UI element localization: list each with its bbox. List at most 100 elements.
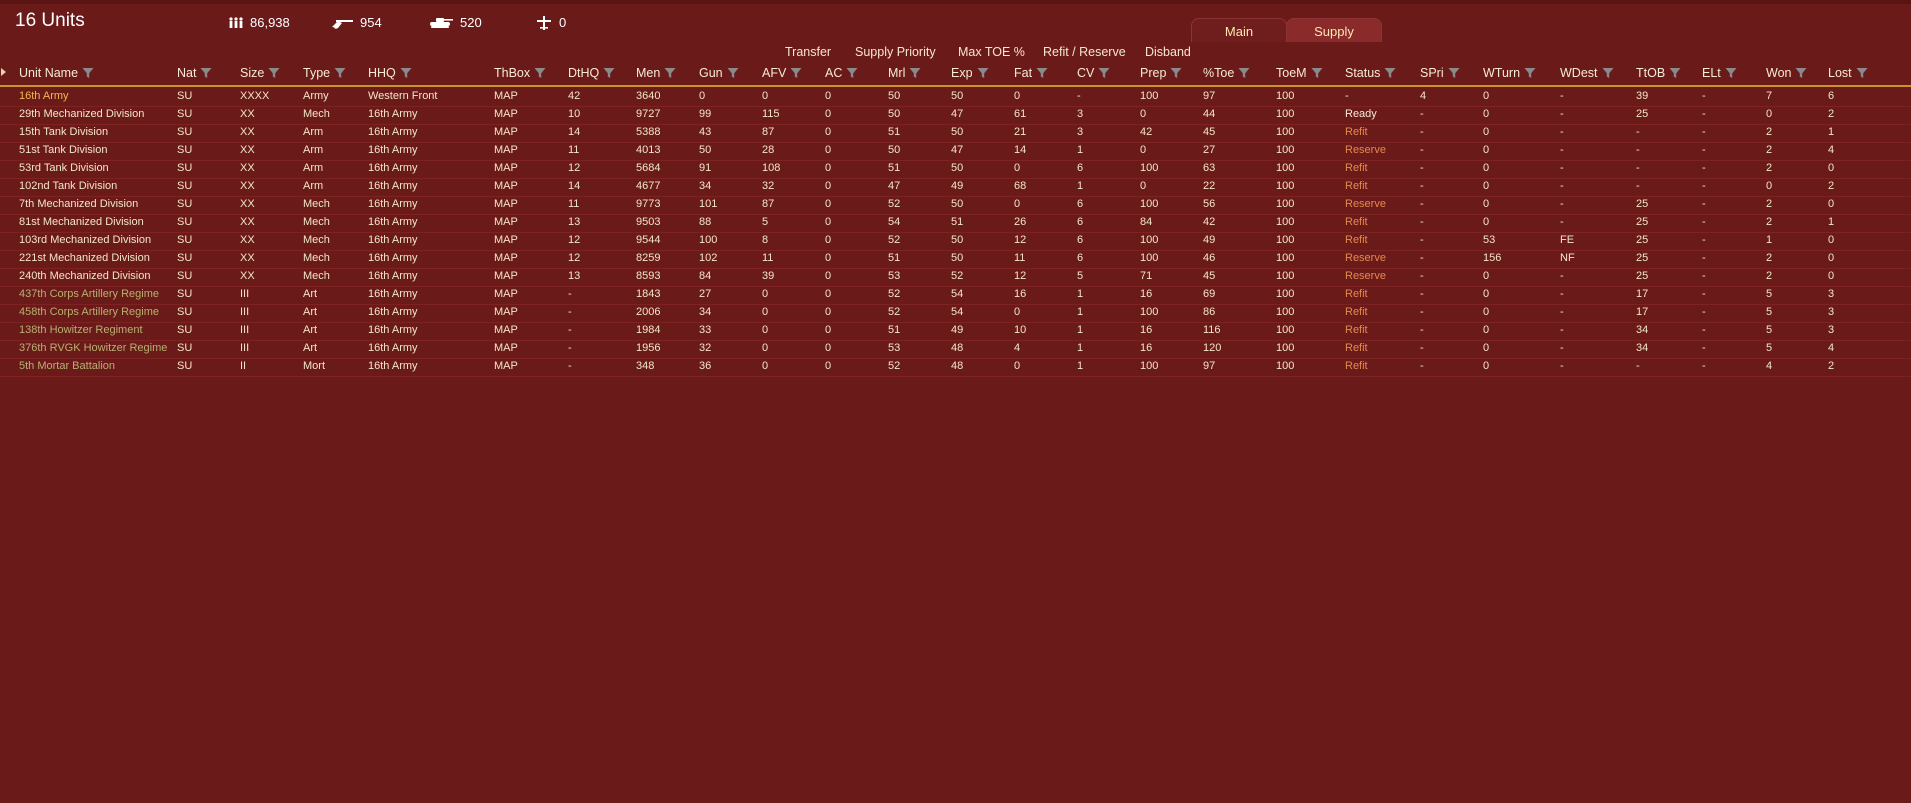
table-row[interactable]: 138th Howitzer Regiment SU III Art 16th Army…: [0, 322, 1911, 341]
filter-funnel-icon[interactable]: [727, 67, 739, 79]
table-row[interactable]: 29th Mechanized Division SU XX Mech 16th Arm…: [0, 106, 1911, 125]
filter-funnel-icon[interactable]: [1524, 67, 1536, 79]
table-row[interactable]: 376th RVGK Howitzer Regime SU III Art 16th A…: [0, 340, 1911, 359]
column-header-cv[interactable]: CV: [1077, 65, 1110, 81]
column-header-men[interactable]: Men: [636, 65, 676, 81]
cell-hhq[interactable]: 16th Army: [368, 162, 418, 174]
table-row[interactable]: 81st Mechanized Division SU XX Mech 16th Arm…: [0, 214, 1911, 233]
filter-funnel-icon[interactable]: [1036, 67, 1048, 79]
cell-hhq[interactable]: Western Front: [368, 90, 438, 102]
table-row[interactable]: 15th Tank Division SU XX Arm 16th Army MAP 14 5…: [0, 124, 1911, 143]
column-header-prep[interactable]: Prep: [1140, 65, 1182, 81]
filter-funnel-icon[interactable]: [1795, 67, 1807, 79]
filter-funnel-icon[interactable]: [1384, 67, 1396, 79]
table-row[interactable]: 103rd Mechanized Division SU XX Mech 16th Ar…: [0, 232, 1911, 251]
table-row[interactable]: 51st Tank Division SU XX Arm 16th Army MAP 11 4…: [0, 142, 1911, 161]
column-header-won[interactable]: Won: [1766, 65, 1807, 81]
filter-funnel-icon[interactable]: [534, 67, 546, 79]
filter-funnel-icon[interactable]: [846, 67, 858, 79]
disband-button[interactable]: Disband: [1145, 45, 1191, 59]
table-row[interactable]: 53rd Tank Division SU XX Arm 16th Army MAP 12 5…: [0, 160, 1911, 179]
cell-unit-name[interactable]: 53rd Tank Division: [19, 162, 109, 174]
column-header-toem[interactable]: ToeM: [1276, 65, 1323, 81]
cell-hhq[interactable]: 16th Army: [368, 234, 418, 246]
column-header-toe[interactable]: %Toe: [1203, 65, 1250, 81]
cell-hhq[interactable]: 16th Army: [368, 324, 418, 336]
cell-unit-name[interactable]: 5th Mortar Battalion: [19, 360, 115, 372]
filter-funnel-icon[interactable]: [400, 67, 412, 79]
column-header-ttob[interactable]: TtOB: [1636, 65, 1681, 81]
filter-funnel-icon[interactable]: [1602, 67, 1614, 79]
cell-hhq[interactable]: 16th Army: [368, 252, 418, 264]
filter-funnel-icon[interactable]: [1098, 67, 1110, 79]
cell-unit-name[interactable]: 458th Corps Artillery Regime: [19, 306, 159, 318]
cell-unit-name[interactable]: 376th RVGK Howitzer Regime: [19, 342, 167, 354]
cell-unit-name[interactable]: 138th Howitzer Regiment: [19, 324, 143, 336]
filter-funnel-icon[interactable]: [909, 67, 921, 79]
cell-hhq[interactable]: 16th Army: [368, 180, 418, 192]
cell-unit-name[interactable]: 29th Mechanized Division: [19, 108, 144, 120]
table-row[interactable]: 16th Army SU XXXX Army Western Front MAP 42 364…: [0, 88, 1911, 107]
column-header-elt[interactable]: ELt: [1702, 65, 1737, 81]
cell-unit-name[interactable]: 81st Mechanized Division: [19, 216, 144, 228]
column-header-dthq[interactable]: DtHQ: [568, 65, 615, 81]
tab-supply[interactable]: Supply: [1286, 18, 1382, 42]
cell-hhq[interactable]: 16th Army: [368, 108, 418, 120]
column-header-type[interactable]: Type: [303, 65, 346, 81]
cell-hhq[interactable]: 16th Army: [368, 360, 418, 372]
column-header-afv[interactable]: AFV: [762, 65, 802, 81]
filter-funnel-icon[interactable]: [1448, 67, 1460, 79]
filter-funnel-icon[interactable]: [1170, 67, 1182, 79]
table-row[interactable]: 437th Corps Artillery Regime SU III Art 16th…: [0, 286, 1911, 305]
max-toe-button[interactable]: Max TOE %: [958, 45, 1025, 59]
filter-funnel-icon[interactable]: [200, 67, 212, 79]
cell-unit-name[interactable]: 7th Mechanized Division: [19, 198, 138, 210]
filter-funnel-icon[interactable]: [603, 67, 615, 79]
cell-hhq[interactable]: 16th Army: [368, 198, 418, 210]
cell-hhq[interactable]: 16th Army: [368, 270, 418, 282]
cell-hhq[interactable]: 16th Army: [368, 144, 418, 156]
column-header-mrl[interactable]: Mrl: [888, 65, 921, 81]
transfer-button[interactable]: Transfer: [785, 45, 831, 59]
column-header-hhq[interactable]: HHQ: [368, 65, 412, 81]
cell-unit-name[interactable]: 51st Tank Division: [19, 144, 107, 156]
cell-unit-name[interactable]: 103rd Mechanized Division: [19, 234, 151, 246]
column-header-gun[interactable]: Gun: [699, 65, 739, 81]
supply-priority-button[interactable]: Supply Priority: [855, 45, 936, 59]
cell-hhq[interactable]: 16th Army: [368, 126, 418, 138]
cell-unit-name[interactable]: 102nd Tank Division: [19, 180, 117, 192]
column-header-size[interactable]: Size: [240, 65, 280, 81]
cell-hhq[interactable]: 16th Army: [368, 306, 418, 318]
cell-unit-name[interactable]: 16th Army: [19, 90, 69, 102]
column-header-spri[interactable]: SPri: [1420, 65, 1460, 81]
cell-unit-name[interactable]: 221st Mechanized Division: [19, 252, 150, 264]
table-row[interactable]: 5th Mortar Battalion SU II Mort 16th Army MAP…: [0, 358, 1911, 377]
column-header-status[interactable]: Status: [1345, 65, 1396, 81]
table-row[interactable]: 458th Corps Artillery Regime SU III Art 16th…: [0, 304, 1911, 323]
column-header-thbox[interactable]: ThBox: [494, 65, 546, 81]
filter-funnel-icon[interactable]: [1311, 67, 1323, 79]
filter-funnel-icon[interactable]: [977, 67, 989, 79]
cell-hhq[interactable]: 16th Army: [368, 216, 418, 228]
table-row[interactable]: 7th Mechanized Division SU XX Mech 16th Army…: [0, 196, 1911, 215]
filter-funnel-icon[interactable]: [1669, 67, 1681, 79]
filter-funnel-icon[interactable]: [82, 67, 94, 79]
filter-funnel-icon[interactable]: [268, 67, 280, 79]
column-header-wturn[interactable]: WTurn: [1483, 65, 1536, 81]
filter-funnel-icon[interactable]: [1238, 67, 1250, 79]
cell-hhq[interactable]: 16th Army: [368, 288, 418, 300]
filter-funnel-icon[interactable]: [790, 67, 802, 79]
refit-reserve-button[interactable]: Refit / Reserve: [1043, 45, 1126, 59]
column-header-exp[interactable]: Exp: [951, 65, 989, 81]
column-header-unit-name[interactable]: Unit Name: [19, 65, 94, 81]
column-header-wdest[interactable]: WDest: [1560, 65, 1614, 81]
filter-funnel-icon[interactable]: [1725, 67, 1737, 79]
cell-unit-name[interactable]: 15th Tank Division: [19, 126, 108, 138]
table-row[interactable]: 221st Mechanized Division SU XX Mech 16th Ar…: [0, 250, 1911, 269]
column-header-ac[interactable]: AC: [825, 65, 858, 81]
column-header-nat[interactable]: Nat: [177, 65, 212, 81]
cell-unit-name[interactable]: 437th Corps Artillery Regime: [19, 288, 159, 300]
column-header-lost[interactable]: Lost: [1828, 65, 1868, 81]
filter-funnel-icon[interactable]: [1856, 67, 1868, 79]
column-header-fat[interactable]: Fat: [1014, 65, 1048, 81]
